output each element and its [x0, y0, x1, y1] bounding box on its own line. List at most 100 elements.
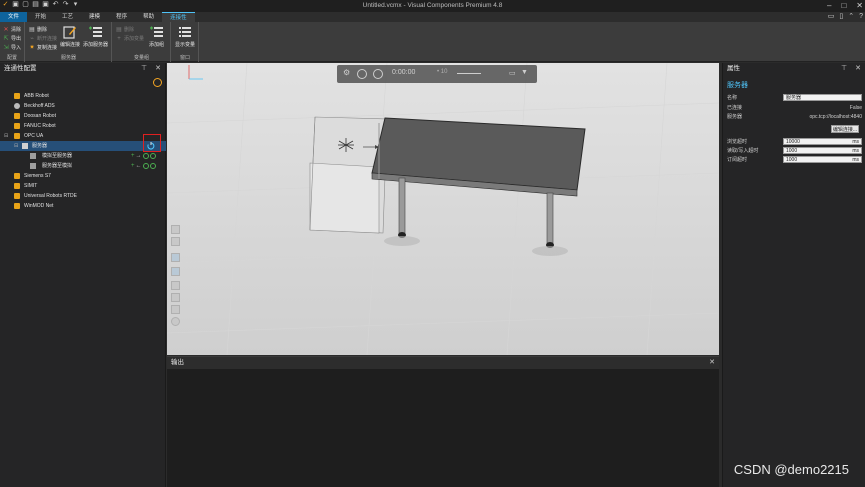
connectivity-tree: ABB Robot Beckhoff ADS Doosan Robot FANU… — [0, 91, 166, 211]
folder-icon — [14, 123, 20, 129]
show-variables-icon — [179, 27, 191, 37]
title-bar: ✓ ▣ ▢ ▤ ▣ ↶ ↷ ▾ Untitled.vcmx - Visual C… — [0, 0, 865, 12]
pin-icon[interactable]: ⊤ — [841, 63, 847, 75]
speed-slider[interactable] — [457, 73, 481, 74]
prop-row-subscription-timeout: 订阅超时 1000 ms — [727, 156, 862, 164]
tab-connectivity[interactable]: 连接性 — [162, 12, 195, 22]
tree-item-siemens-s7[interactable]: Siemens S7 — [0, 171, 166, 181]
tree-item-sim-to-server[interactable]: 模拟至服务器 + → — [0, 151, 166, 161]
refresh-all-icon[interactable] — [153, 78, 162, 87]
group-label-variables: 变量组 — [133, 55, 149, 61]
edit-connection-prop-button[interactable]: 编辑连接... — [831, 125, 859, 133]
collapse-icon[interactable]: ⊟ — [14, 141, 18, 151]
add-pair-icon[interactable]: + — [131, 153, 135, 159]
edit-connection-button[interactable]: 编辑连接 — [60, 25, 80, 48]
window-layout-icon[interactable]: ▯ — [839, 13, 843, 21]
connectivity-panel-header: 连通性配置 ⊤ ✕ — [0, 63, 165, 75]
tree-item-server[interactable]: ⊟ 服务器 — [0, 141, 166, 151]
subscription-timeout-field[interactable]: 1000 ms — [783, 156, 862, 163]
server-url-value: opc.tcp://localhost:4840 — [809, 114, 862, 120]
measure-icon[interactable] — [171, 305, 180, 314]
read-write-timeout-field[interactable]: 1000 ms — [783, 147, 862, 154]
tree-item-server-to-sim[interactable]: 服务器至模拟 + ← — [0, 161, 166, 171]
collapse-ribbon-icon[interactable]: ⌃ — [848, 13, 854, 21]
properties-panel-header: 属性 ⊤ ✕ — [723, 63, 865, 75]
tree-item-opc-ua[interactable]: ⊟ OPC UA — [0, 131, 166, 141]
copy-connection-button[interactable]: ✷ 复制连接 — [29, 44, 57, 52]
tab-modeling[interactable]: 建模 — [81, 12, 108, 22]
show-variables-button[interactable]: 显示变量 — [175, 25, 195, 48]
folder-icon — [14, 193, 20, 199]
zoom-selection-icon[interactable] — [171, 237, 180, 246]
tree-item-beckhoff-ads[interactable]: Beckhoff ADS — [0, 101, 166, 111]
layout-icon[interactable]: ▭ — [828, 13, 835, 21]
enabled-status-icon — [149, 163, 156, 169]
variable-group-icon — [30, 153, 36, 159]
delete-server-button[interactable]: ▤ 删除 — [29, 26, 47, 34]
server-icon — [22, 143, 28, 149]
close-output-icon[interactable]: ✕ — [709, 357, 715, 369]
minimize-button[interactable]: – — [827, 0, 831, 11]
tab-file[interactable]: 文件 — [0, 12, 28, 22]
group-status: + ← — [131, 163, 156, 169]
folder-icon — [14, 113, 20, 119]
add-group-button[interactable]: 添加组 — [149, 25, 164, 48]
render-mode-icon[interactable] — [171, 281, 180, 290]
lighting-icon[interactable] — [171, 317, 180, 326]
tab-process[interactable]: 工艺 — [54, 12, 81, 22]
help-icon[interactable]: ? — [859, 13, 863, 21]
tab-program[interactable]: 程序 — [108, 12, 135, 22]
import-icon: ⇲ — [3, 44, 9, 51]
ribbon-tabs: 文件 开始 工艺 建模 程序 帮助 连接性 ▭ ▯ ⌃ ? — [0, 12, 865, 22]
tree-item-universal-robots[interactable]: Universal Robots RTDE — [0, 191, 166, 201]
connectivity-panel: 连通性配置 ⊤ ✕ ABB Robot Beckhoff ADS Doosan … — [0, 63, 166, 487]
close-panel-icon[interactable]: ✕ — [155, 63, 161, 75]
tree-item-simit[interactable]: SIMIT — [0, 181, 166, 191]
snap-icon[interactable] — [171, 293, 180, 302]
group-label-config: 配置 — [6, 55, 17, 61]
disconnect-button[interactable]: ⌁ 断开连接 — [29, 35, 57, 43]
tree-item-fanuc-robot[interactable]: FANUC Robot — [0, 121, 166, 131]
tab-help[interactable]: 帮助 — [135, 12, 162, 22]
reset-button[interactable] — [357, 69, 367, 79]
close-button[interactable]: ✕ — [856, 0, 863, 11]
record-icon[interactable]: ▭ — [509, 69, 516, 77]
tab-home[interactable]: 开始 — [27, 12, 54, 22]
beckhoff-icon — [14, 103, 20, 109]
sim-settings-icon[interactable]: ⚙ — [343, 68, 350, 77]
add-pair-icon[interactable]: + — [131, 163, 135, 169]
add-group-icon — [149, 26, 163, 37]
output-panel-header: 输出 ✕ — [167, 357, 719, 369]
delete-variable-button[interactable]: ▤ 删除 — [116, 26, 134, 34]
play-button[interactable] — [373, 69, 383, 79]
pin-icon[interactable]: ⊤ — [141, 63, 147, 75]
export-button[interactable]: ⇱ 导出 — [3, 35, 21, 43]
edit-connection-icon — [63, 26, 76, 39]
browse-timeout-field[interactable]: 10000 ms — [783, 138, 862, 145]
maximize-button[interactable]: □ — [841, 0, 846, 11]
add-variable-button[interactable]: + 添加变量 — [116, 35, 144, 43]
view-cube-icon[interactable] — [171, 267, 180, 276]
import-button[interactable]: ⇲ 导入 — [3, 44, 21, 52]
add-server-button[interactable]: 添加服务器 — [83, 25, 108, 48]
close-panel-icon[interactable]: ✕ — [855, 63, 861, 75]
tree-item-doosan-robot[interactable]: Doosan Robot — [0, 111, 166, 121]
output-panel: 输出 ✕ — [167, 356, 719, 487]
folder-icon — [14, 203, 20, 209]
3d-viewport[interactable]: ⚙ 0:00:00 • 10 ▭ ▼ — [167, 63, 719, 355]
add-variable-icon: + — [117, 35, 121, 42]
prop-row-connected: 已连接 False — [727, 105, 862, 111]
tree-item-winmod-net[interactable]: WinMOD Net — [0, 201, 166, 211]
arrow-right-icon: → — [135, 153, 142, 159]
perspective-icon[interactable] — [171, 253, 180, 262]
clear-button[interactable]: ✕ 清除 — [3, 26, 21, 34]
folder-icon — [14, 173, 20, 179]
name-field[interactable]: 服务器 — [783, 94, 862, 101]
sim-time: 0:00:00 — [392, 69, 416, 76]
filter-icon[interactable]: ▼ — [521, 69, 528, 76]
fit-view-icon[interactable] — [171, 225, 180, 234]
collapse-icon[interactable]: ⊟ — [4, 131, 8, 141]
output-panel-title: 输出 — [171, 359, 184, 366]
tree-item-abb-robot[interactable]: ABB Robot — [0, 91, 166, 101]
simulation-toolbar: ⚙ 0:00:00 • 10 ▭ ▼ — [337, 65, 537, 83]
